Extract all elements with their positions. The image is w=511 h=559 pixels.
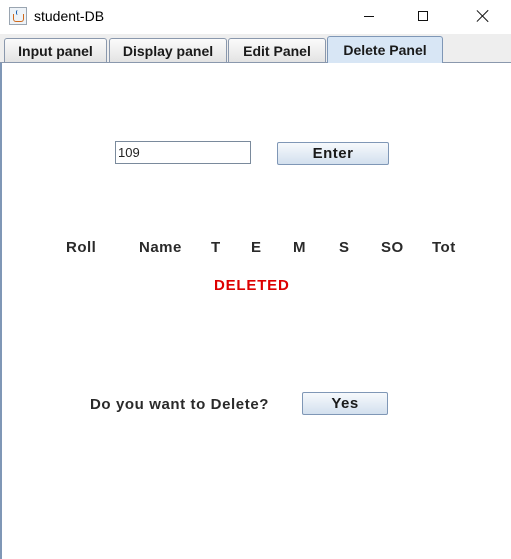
- maximize-icon: [418, 11, 428, 21]
- roll-number-input[interactable]: [115, 141, 251, 164]
- minimize-button[interactable]: [346, 0, 392, 32]
- column-header-t: T: [211, 239, 221, 256]
- column-header-so: SO: [381, 239, 404, 256]
- status-message: DELETED: [214, 277, 290, 294]
- column-header-e: E: [251, 239, 262, 256]
- minimize-icon: [364, 15, 374, 17]
- column-header-roll: Roll: [66, 239, 97, 256]
- enter-button[interactable]: Enter: [277, 142, 389, 165]
- delete-panel: [0, 63, 511, 559]
- close-icon: [477, 10, 489, 22]
- delete-prompt: Do you want to Delete?: [90, 396, 270, 413]
- java-cup-icon: [9, 7, 27, 25]
- tab-strip: Input panel Display panel Edit Panel Del…: [0, 34, 511, 63]
- tab-input-panel[interactable]: Input panel: [4, 38, 107, 62]
- yes-button[interactable]: Yes: [302, 392, 388, 415]
- column-header-name: Name: [139, 239, 182, 256]
- close-button[interactable]: [460, 0, 506, 32]
- title-bar: student-DB: [0, 0, 511, 34]
- column-header-s: S: [339, 239, 350, 256]
- window-title: student-DB: [34, 8, 105, 24]
- column-header-m: M: [293, 239, 306, 256]
- maximize-button[interactable]: [400, 0, 446, 32]
- column-header-tot: Tot: [432, 239, 456, 256]
- tab-edit-panel[interactable]: Edit Panel: [228, 38, 326, 62]
- tab-delete-panel[interactable]: Delete Panel: [327, 36, 443, 63]
- tab-display-panel[interactable]: Display panel: [109, 38, 227, 62]
